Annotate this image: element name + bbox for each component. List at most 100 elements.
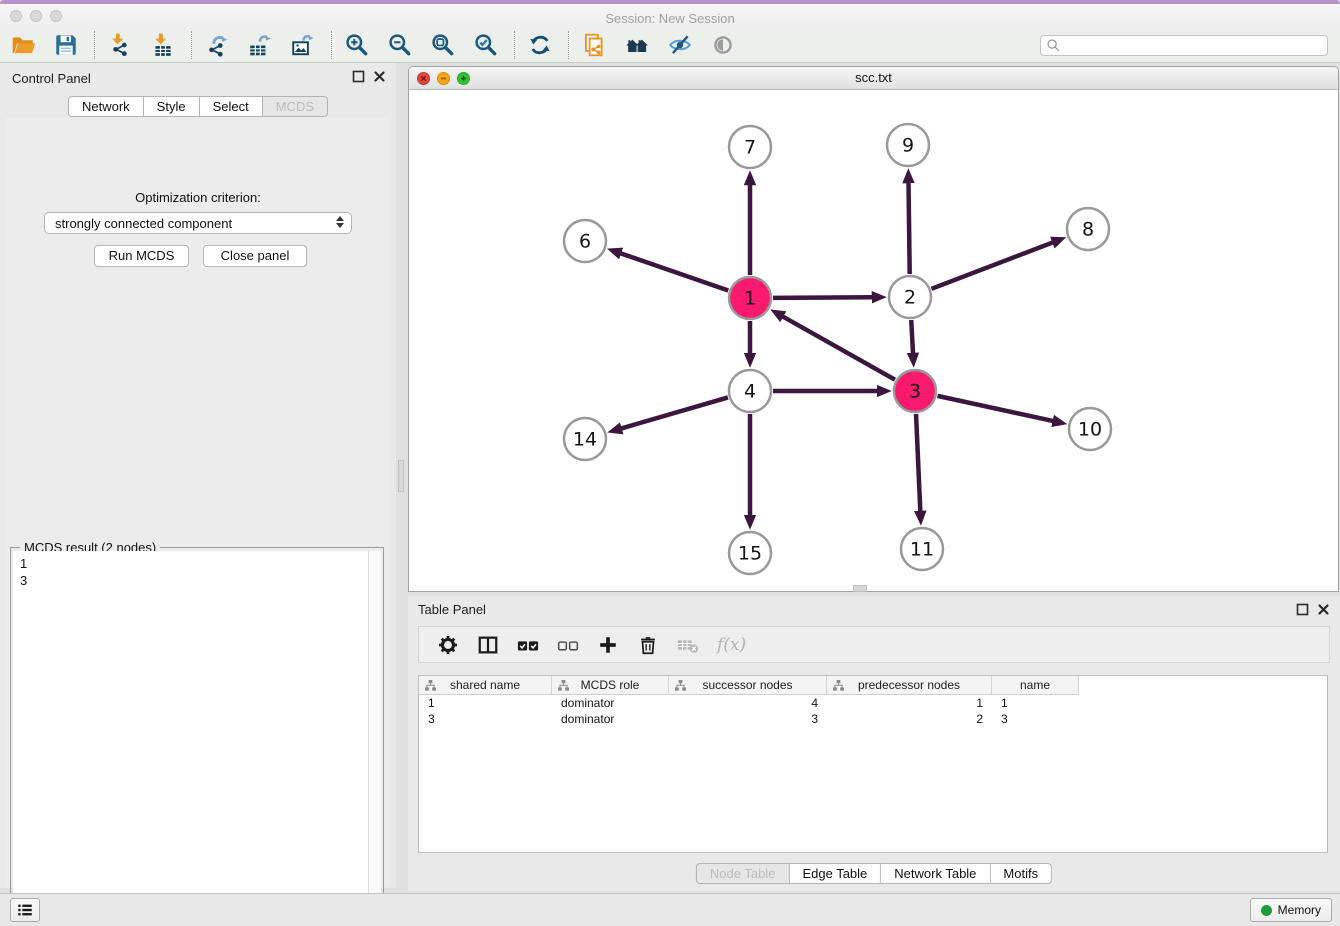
show-columns-button[interactable] (473, 630, 503, 660)
column-header-shared-name[interactable]: shared name (419, 676, 552, 695)
float-panel-icon[interactable] (352, 70, 365, 83)
save-session-button[interactable] (51, 30, 81, 60)
table-cell: 3 (669, 711, 827, 727)
edge-4-14[interactable] (621, 397, 728, 428)
fit-content-button[interactable] (428, 30, 458, 60)
tab-style[interactable]: Style (144, 96, 200, 117)
show-all-button[interactable] (708, 30, 738, 60)
tab-mcds[interactable]: MCDS (263, 96, 328, 117)
close-panel-icon[interactable] (373, 70, 386, 83)
table-cell: 2 (827, 711, 992, 727)
export-image-button[interactable] (288, 30, 318, 60)
column-header-label: shared name (419, 676, 551, 694)
run-mcds-button[interactable]: Run MCDS (94, 245, 189, 267)
criterion-select[interactable]: strongly connected component (44, 212, 352, 234)
edge-2-8[interactable] (931, 242, 1053, 289)
network-window-titlebar[interactable]: scc.txt (409, 67, 1338, 90)
edge-1-2[interactable] (773, 297, 873, 298)
node-label: 10 (1078, 419, 1102, 441)
node-15[interactable]: 15 (729, 532, 771, 574)
node-label: 11 (910, 539, 934, 561)
node-11[interactable]: 11 (901, 528, 943, 570)
open-folder-icon (10, 32, 36, 58)
result-scrollbar[interactable] (368, 551, 381, 922)
fit-content-icon (430, 32, 456, 58)
table-row[interactable]: 1dominator411 (419, 695, 1327, 711)
edge-3-1[interactable] (782, 316, 895, 380)
vertical-splitter-grip[interactable] (398, 460, 404, 492)
node-label: 1 (744, 288, 756, 310)
export-table-button[interactable] (245, 30, 275, 60)
create-column-button[interactable] (593, 630, 623, 660)
export-image-icon (290, 32, 316, 58)
shared-column-icon (833, 680, 844, 691)
control-panel-tabs: NetworkStyleSelectMCDS (68, 96, 328, 117)
table-cell: 1 (827, 695, 992, 711)
delete-column-button[interactable] (673, 630, 703, 660)
deselect-all-button[interactable] (553, 630, 583, 660)
column-header-predecessor-nodes[interactable]: predecessor nodes (827, 676, 992, 695)
zoom-in-button[interactable] (342, 30, 372, 60)
tab-select[interactable]: Select (200, 96, 263, 117)
tab-edge-table[interactable]: Edge Table (789, 863, 881, 884)
eye-icon (710, 32, 736, 58)
apply-layout-button[interactable] (525, 30, 555, 60)
task-history-button[interactable] (10, 898, 40, 922)
open-session-button[interactable] (8, 30, 38, 60)
search-input[interactable] (1040, 35, 1328, 56)
column-header-successor-nodes[interactable]: successor nodes (669, 676, 827, 695)
import-table-button[interactable] (148, 30, 178, 60)
node-2[interactable]: 2 (889, 276, 931, 318)
zoom-selected-button[interactable] (471, 30, 501, 60)
node-3[interactable]: 3 (894, 370, 936, 412)
toolbar-separator (94, 31, 95, 59)
select-all-button[interactable] (513, 630, 543, 660)
float-panel-icon[interactable] (1296, 603, 1309, 616)
edge-3-11[interactable] (916, 414, 920, 512)
app-window: Session: New Session (0, 0, 1340, 926)
tab-network-table[interactable]: Network Table (881, 863, 990, 884)
close-panel-icon[interactable] (1317, 603, 1330, 616)
unchecked-boxes-icon (556, 634, 580, 656)
export-network-button[interactable] (202, 30, 232, 60)
table-panel-title: Table Panel (418, 602, 486, 617)
edge-3-10[interactable] (937, 396, 1053, 421)
mcds-result-list[interactable]: 13 (13, 551, 381, 922)
node-4[interactable]: 4 (729, 370, 771, 412)
column-header-MCDS-role[interactable]: MCDS role (552, 676, 669, 695)
node-10[interactable]: 10 (1069, 408, 1111, 450)
list-icon (16, 901, 34, 919)
export-table-icon (247, 32, 273, 58)
zoom-out-button[interactable] (385, 30, 415, 60)
node-7[interactable]: 7 (729, 126, 771, 168)
table-panel: Table Panel (408, 596, 1340, 892)
shared-column-icon (558, 680, 569, 691)
node-table[interactable]: shared nameMCDS rolesuccessor nodesprede… (418, 675, 1328, 853)
tab-node-table[interactable]: Node Table (696, 863, 790, 884)
table-row[interactable]: 3dominator323 (419, 711, 1327, 727)
apply-function-button[interactable]: f(x) (717, 635, 746, 655)
memory-button[interactable]: Memory (1250, 898, 1332, 922)
network-canvas[interactable]: 7 9 6 8 1 2 4 3 14 10 15 11 (409, 90, 1338, 592)
node-14[interactable]: 14 (564, 418, 606, 460)
table-cell: dominator (552, 695, 669, 711)
node-1[interactable]: 1 (729, 277, 771, 319)
tab-motifs[interactable]: Motifs (990, 863, 1052, 884)
table-settings-button[interactable] (433, 630, 463, 660)
clone-network-button[interactable] (579, 30, 609, 60)
node-6[interactable]: 6 (564, 220, 606, 262)
edge-2-9[interactable] (908, 182, 909, 274)
delete-rows-button[interactable] (633, 630, 663, 660)
home-button[interactable] (622, 30, 652, 60)
edge-1-6[interactable] (620, 253, 728, 290)
column-header-name[interactable]: name (992, 676, 1079, 695)
hide-selected-button[interactable] (665, 30, 695, 60)
close-panel-button[interactable]: Close panel (203, 245, 307, 267)
node-8[interactable]: 8 (1067, 208, 1109, 250)
tab-network[interactable]: Network (68, 96, 144, 117)
import-network-button[interactable] (105, 30, 135, 60)
node-9[interactable]: 9 (887, 124, 929, 166)
edge-2-3[interactable] (911, 320, 913, 354)
horizontal-splitter-grip[interactable] (853, 585, 867, 592)
network-graph[interactable]: 7 9 6 8 1 2 4 3 14 10 15 11 (409, 90, 1338, 592)
